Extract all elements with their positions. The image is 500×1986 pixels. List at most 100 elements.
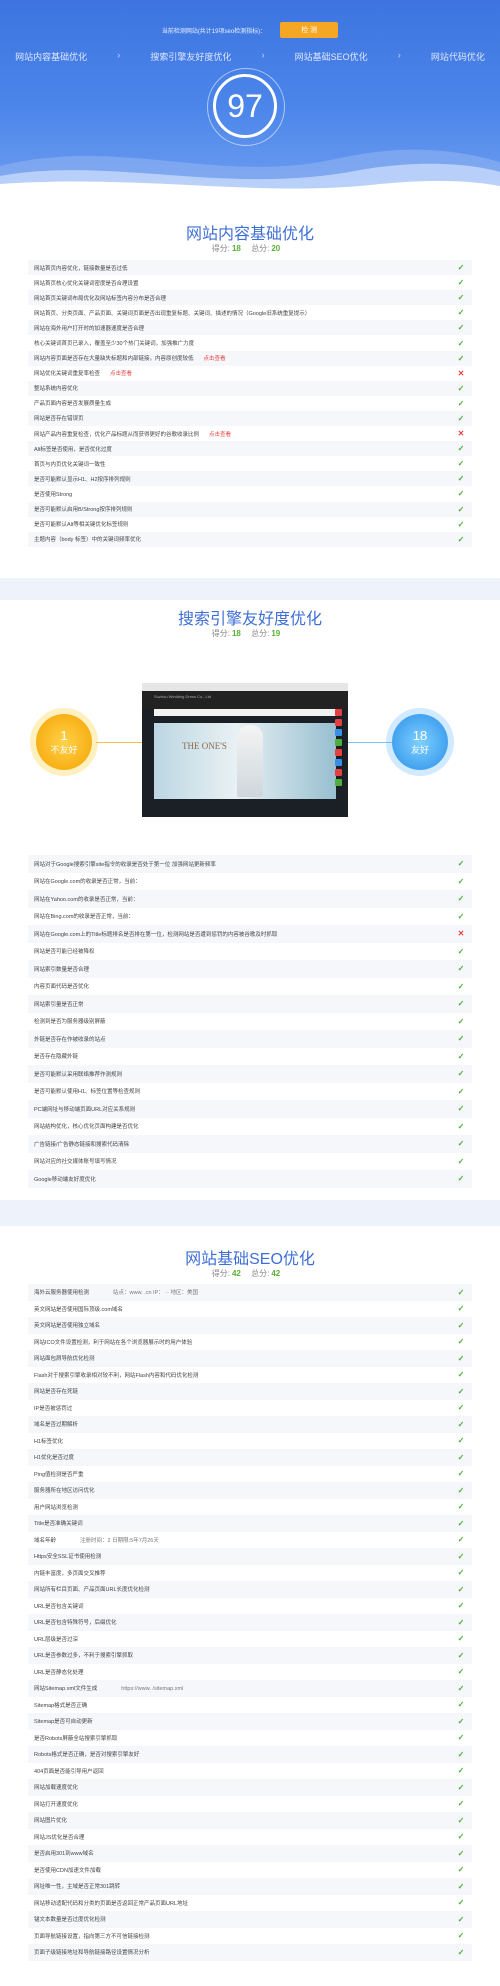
unfriendly-label: 不友好	[50, 745, 78, 755]
check-icon: ✓	[457, 1287, 465, 1297]
check-item-label: 锚文本数量是否过度优化检测	[34, 1917, 106, 1924]
check-item-label: 网站结构优化，核心优化页面构建是否优化	[34, 1124, 139, 1131]
check-icon: ✓	[457, 1749, 465, 1759]
score-value: 42	[231, 1269, 241, 1278]
check-row-text: 是否可能默认启用B/Strong按序排列规则	[34, 505, 132, 513]
check-item-label: 英文网站是否使用国际顶级.com域名	[34, 1306, 123, 1313]
check-icon: ✓	[457, 1452, 465, 1462]
check-row: 网站索引量是否正常 ✓	[28, 995, 472, 1013]
check-item-label: 网站首页内容优化，链接数量是否过低	[34, 265, 128, 272]
check-item-label: 海外云服务器使用检测	[34, 1290, 90, 1297]
check-row: 网站在Google.com上的Title标题排名是否排在第一位，检测网站是否遭到…	[28, 925, 472, 943]
check-row-text: 广告链接/广告静态链接和搜索代码清除	[34, 1140, 129, 1148]
check-item-label: 页面导航链接设置，指向第三方不可信链接检测	[34, 1933, 150, 1940]
check-row-text: 网站首页关键词布局优化及网站标签内容分布是否合理	[34, 294, 166, 302]
nav-code[interactable]: 网站代码优化	[431, 50, 485, 63]
preview-logo: THE ONE'S	[182, 741, 227, 751]
check-row: 是否Robots屏蔽全站搜索引擎抓取 ✓	[28, 1730, 472, 1747]
check-item-label: 网站是否存在死链	[34, 1389, 79, 1396]
check-item-label: 页面子级链接地址和导航链接路径设置情况分析	[34, 1950, 150, 1957]
friendly-label: 友好	[410, 745, 429, 755]
check-row-text: 网站所有栏目页面、产品页面URL长度优化检测	[34, 1585, 150, 1593]
check-item-label: 网址唯一性，主域是否正常301跳转	[34, 1884, 121, 1891]
check-row: 网站在Yahoo.com的收录是否正常，当前： ✓	[28, 890, 472, 908]
check-row: 海外云服务器使用检测 站点：www. .cn IP： ·· 地区：美国 ✓	[28, 1284, 472, 1301]
check-row: PC端网址与移动端页面URL对应关系规则 ✓	[28, 1100, 472, 1118]
check-row: 网站内容页面是否存在大量缺失标题和内部链接，内容原创度较低 点击查看 ✓	[28, 350, 472, 366]
check-row-text: 404页面是否能引导用户返回	[34, 1767, 104, 1775]
check-button[interactable]: 检 测	[280, 22, 339, 38]
section-title-search: 搜索引擎友好度优化	[177, 611, 322, 628]
check-row: 网站是否存在死链 ✓	[28, 1383, 472, 1400]
check-row-text: 是否存在隐藏外链	[34, 1052, 78, 1060]
check-icon: ✓	[457, 859, 465, 869]
check-row: 内链丰富度，多页面交叉推荐 ✓	[28, 1565, 472, 1582]
unfriendly-badge: 1 不友好	[36, 714, 92, 770]
seo-check-list: 海外云服务器使用检测 站点：www. .cn IP： ·· 地区：美国 ✓ 英文网站是…	[28, 1284, 472, 1961]
check-icon: ✓	[457, 489, 465, 499]
check-row: 网站面包屑导航优化检测 ✓	[28, 1350, 472, 1367]
check-item-label: 网站在海外用户打开时的加速器速度是否合理	[34, 325, 145, 332]
check-icon: ✓	[457, 1051, 465, 1061]
check-icon: ✓	[457, 1634, 465, 1644]
check-item-label: 检测到是否为服务器级别屏蔽	[34, 1019, 106, 1026]
check-row: 锚文本数量是否过度优化检测 ✓	[28, 1911, 472, 1928]
check-row-text: 域名是否过期解析	[34, 1420, 78, 1428]
check-item-label: 是否可能默认Alt等相关键优化标签规则	[34, 522, 129, 529]
check-row-text: 网站首页、分类页面、产品页面、关键词页面是否出现重复标题、关键词、描述的情况（G…	[34, 309, 310, 317]
section-divider	[0, 1200, 500, 1226]
check-row-text: 用户网站浏览检测	[34, 1503, 78, 1511]
check-item-label: 网站面包屑导航优化检测	[34, 1356, 95, 1363]
check-item-label: 是否可能默认采用联络推荐作测规则	[34, 1071, 123, 1078]
view-detail-link[interactable]: 点击查看	[204, 356, 226, 362]
check-item-label: Google移动端友好度优化	[34, 1176, 96, 1183]
nav-search[interactable]: 搜索引擎友好度优化	[150, 50, 231, 63]
preview-site-name: Suzhou Wedding Dress Co., Ltd	[142, 691, 348, 709]
check-row-text: 网站打开速度优化	[34, 1800, 78, 1808]
check-icon: ✓	[457, 459, 465, 469]
check-icon: ✓	[457, 1104, 465, 1114]
check-row-text: 是否Robots屏蔽全站搜索引擎抓取	[34, 1734, 117, 1742]
check-row-text: 域名年龄 注册时间：2 日期限:5年7月26天	[34, 1536, 159, 1544]
check-icon: ✓	[457, 1016, 465, 1026]
check-item-label: 整站系统内容优化	[34, 386, 79, 393]
unfriendly-count: 1	[60, 728, 68, 743]
check-item-label: 是否存在隐藏外链	[34, 1054, 79, 1061]
check-row: 英文网站是否使用独立域名 ✓	[28, 1317, 472, 1334]
check-icon: ✓	[457, 1617, 465, 1627]
check-row: 网站首页、分类页面、产品页面、关键词页面是否出现重复标题、关键词、描述的情况（G…	[28, 305, 472, 320]
check-icon: ✓	[457, 1069, 465, 1079]
check-row-text: 网站ICO文件设置检测，利于网站在各个浏览器展示时的用户体验	[34, 1338, 192, 1346]
check-row-text: Flash对于搜索引擎收录相对较不利，网站Flash内容和代码优化检测	[34, 1371, 198, 1379]
check-icon: ✓	[457, 1419, 465, 1429]
check-row: 网站Sitemap.xml文件生成 https://www. /sitemap.x…	[28, 1680, 472, 1697]
view-detail-link[interactable]: 点击查看	[110, 371, 132, 377]
nav-content[interactable]: 网站内容基础优化	[15, 50, 87, 63]
check-row: 主题内容（body 标签）中的关键词频率优化 ✓	[28, 531, 472, 547]
check-item-label: 网站是否存在错误页	[34, 416, 84, 423]
overall-score: 97	[207, 68, 285, 146]
check-row-text: 海外云服务器使用检测 站点：www. .cn IP： ·· 地区：美国	[34, 1288, 198, 1296]
check-row-text: 页面子级链接地址和导航链接路径设置情况分析	[34, 1948, 150, 1956]
check-icon: ✓	[457, 1848, 465, 1858]
view-detail-link[interactable]: 点击查看	[209, 432, 231, 438]
section-divider	[0, 578, 500, 600]
check-row: 网站对应的社交媒体账号填写情况 ✓	[28, 1153, 472, 1171]
check-item-label: 用户网站浏览检测	[34, 1504, 79, 1511]
check-row: 网站ICO文件设置检测，利于网站在各个浏览器展示时的用户体验 ✓	[28, 1334, 472, 1351]
check-row: 网站对于Google搜索引擎site指令的收录是否处于第一位 加强网站更新频率 ✓	[28, 855, 472, 873]
check-icon: ✓	[457, 1535, 465, 1545]
nav-seo[interactable]: 网站基础SEO优化	[295, 50, 368, 63]
check-row: 是否可能默认显示H1、H2按序排列规则 ✓	[28, 471, 472, 487]
check-item-label: Ping值检测是否严重	[34, 1471, 84, 1478]
check-item-label: 网站移动适配代码和分类的页面是否返回正常产品页面URL地址	[34, 1900, 189, 1907]
check-item-detail: 站点：www. .cn IP： ·· 地区：美国	[113, 1290, 198, 1297]
check-row: 首页与内页优化关键词一致性 ✓	[28, 456, 472, 471]
check-row: 服务器所在地区访问优化 ✓	[28, 1482, 472, 1499]
check-row-text: 网站在Yahoo.com的收录是否正常，当前：	[34, 895, 138, 903]
check-item-label: 是否可能默认启用B/Strong按序排列规则	[34, 507, 133, 514]
check-icon: ✓	[457, 876, 465, 886]
preview-share-icons	[335, 709, 342, 799]
check-row-text: URL是否包含关键词	[34, 1602, 84, 1610]
check-icon: ✓	[457, 474, 465, 484]
